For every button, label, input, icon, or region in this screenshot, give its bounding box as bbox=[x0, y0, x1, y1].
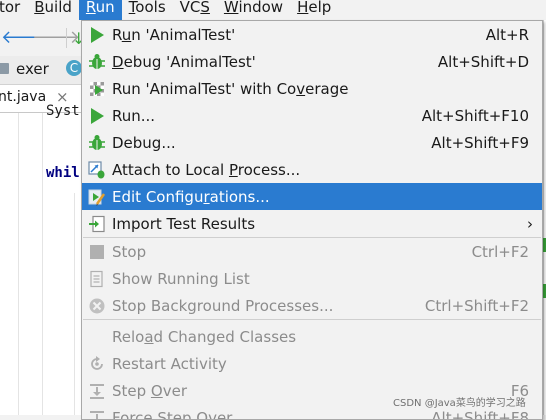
show-running-list-icon bbox=[90, 270, 103, 288]
menu-item-shortcut: Alt+Shift+F9 bbox=[431, 134, 529, 152]
menu-item-label: Restart Activity bbox=[112, 355, 227, 373]
folder-icon bbox=[0, 63, 9, 74]
breadcrumb: exer C bbox=[0, 56, 84, 85]
menu-item-shortcut: Alt+Shift+F10 bbox=[421, 107, 529, 125]
stop-background-icon bbox=[89, 298, 105, 314]
menu-vcs[interactable]: VCS bbox=[173, 0, 217, 20]
menu-item-label: Run 'AnimalTest' bbox=[112, 26, 236, 44]
menu-item-shortcut: Alt+R bbox=[485, 26, 529, 44]
force-step-over-icon bbox=[90, 411, 104, 419]
menu-item-stop-background[interactable]: Stop Background Processes... Ctrl+Shift+… bbox=[82, 292, 542, 319]
menu-item-run-coverage[interactable]: Run 'AnimalTest' with Coverage bbox=[82, 75, 542, 102]
menu-item-run-dialog[interactable]: Run... Alt+Shift+F10 bbox=[82, 102, 542, 129]
menu-item-restart-activity[interactable]: Restart Activity bbox=[82, 350, 542, 377]
menu-window[interactable]: Window bbox=[217, 0, 290, 20]
menu-item-label: Stop Background Processes... bbox=[112, 297, 334, 315]
menu-build[interactable]: Build bbox=[27, 0, 79, 20]
submenu-arrow-icon: › bbox=[527, 215, 533, 233]
debug-bug-icon bbox=[89, 135, 105, 150]
run-triangle-icon bbox=[91, 108, 104, 124]
menu-item-label: Import Test Results bbox=[112, 215, 256, 233]
menu-item-debug-dialog[interactable]: Debug... Alt+Shift+F9 bbox=[82, 129, 542, 156]
menu-item-shortcut: Ctrl+F2 bbox=[471, 243, 529, 261]
menu-item-stop[interactable]: Stop Ctrl+F2 bbox=[82, 238, 542, 265]
menu-item-label: Force Step Over bbox=[112, 409, 233, 419]
run-menu-dropdown: Run 'AnimalTest' Alt+R Debug 'AnimalTest… bbox=[81, 20, 543, 420]
watermark: CSDN @Java菜鸟的学习之路 bbox=[393, 398, 526, 409]
menu-item-shortcut: Alt+Shift+F8 bbox=[431, 409, 529, 419]
code-editor[interactable]: Syst whil bbox=[0, 103, 84, 415]
stop-icon bbox=[90, 245, 104, 259]
toolbar-divider bbox=[66, 28, 67, 48]
edit-configurations-icon bbox=[88, 189, 106, 206]
menu-item-attach-process[interactable]: Attach to Local Process... bbox=[82, 156, 542, 183]
menu-item-edit-configurations[interactable]: Edit Configurations... bbox=[82, 183, 542, 210]
coverage-icon bbox=[90, 82, 104, 96]
menu-item-label: Debug... bbox=[112, 134, 176, 152]
indent-guide bbox=[18, 113, 19, 415]
indent-guide bbox=[74, 193, 75, 415]
debug-bug-icon bbox=[89, 54, 105, 69]
menu-bar: tor Build Run Tools VCS Window Help bbox=[0, 0, 546, 20]
menu-item-label: Show Running List bbox=[112, 270, 250, 288]
step-over-icon bbox=[90, 384, 104, 399]
menu-tools[interactable]: Tools bbox=[122, 0, 173, 20]
code-line: Syst bbox=[46, 103, 80, 119]
code-keyword-while: whil bbox=[46, 165, 80, 181]
import-test-results-icon bbox=[89, 215, 105, 233]
attach-process-icon bbox=[88, 161, 105, 179]
menu-item-label: Run... bbox=[112, 107, 156, 125]
menu-item-label: Edit Configurations... bbox=[112, 188, 270, 206]
main-toolbar: 🡐 🡒 ↓ bbox=[0, 20, 85, 57]
restart-activity-icon bbox=[91, 356, 103, 370]
indent-guide bbox=[42, 113, 43, 415]
menu-item-shortcut: Alt+Shift+D bbox=[437, 53, 529, 71]
menu-item-run-config[interactable]: Run 'AnimalTest' Alt+R bbox=[82, 21, 542, 48]
menu-separator bbox=[83, 319, 541, 320]
tab-animaltest-java[interactable]: nt.java bbox=[0, 89, 46, 105]
menu-item-import-test-results[interactable]: Import Test Results › bbox=[82, 210, 542, 237]
class-icon: C bbox=[66, 60, 82, 76]
menu-item-label: Step Over bbox=[112, 382, 188, 400]
menu-item-label: Run 'AnimalTest' with Coverage bbox=[112, 80, 349, 98]
menu-editor[interactable]: tor bbox=[0, 0, 27, 20]
menu-item-shortcut: Ctrl+Shift+F2 bbox=[424, 297, 529, 315]
menu-item-label: Reload Changed Classes bbox=[112, 328, 297, 346]
menu-help[interactable]: Help bbox=[290, 0, 338, 20]
breadcrumb-item-exer[interactable]: exer bbox=[16, 60, 49, 78]
menu-item-debug-config[interactable]: Debug 'AnimalTest' Alt+Shift+D bbox=[82, 48, 542, 75]
menu-item-label: Debug 'AnimalTest' bbox=[112, 53, 256, 71]
menu-run[interactable]: Run bbox=[78, 0, 122, 20]
menu-item-label: Attach to Local Process... bbox=[112, 161, 301, 179]
menu-item-label: Stop bbox=[112, 243, 147, 261]
menu-item-show-running-list[interactable]: Show Running List bbox=[82, 265, 542, 292]
menu-item-reload-classes[interactable]: Reload Changed Classes bbox=[82, 323, 542, 350]
run-triangle-icon bbox=[91, 27, 104, 43]
